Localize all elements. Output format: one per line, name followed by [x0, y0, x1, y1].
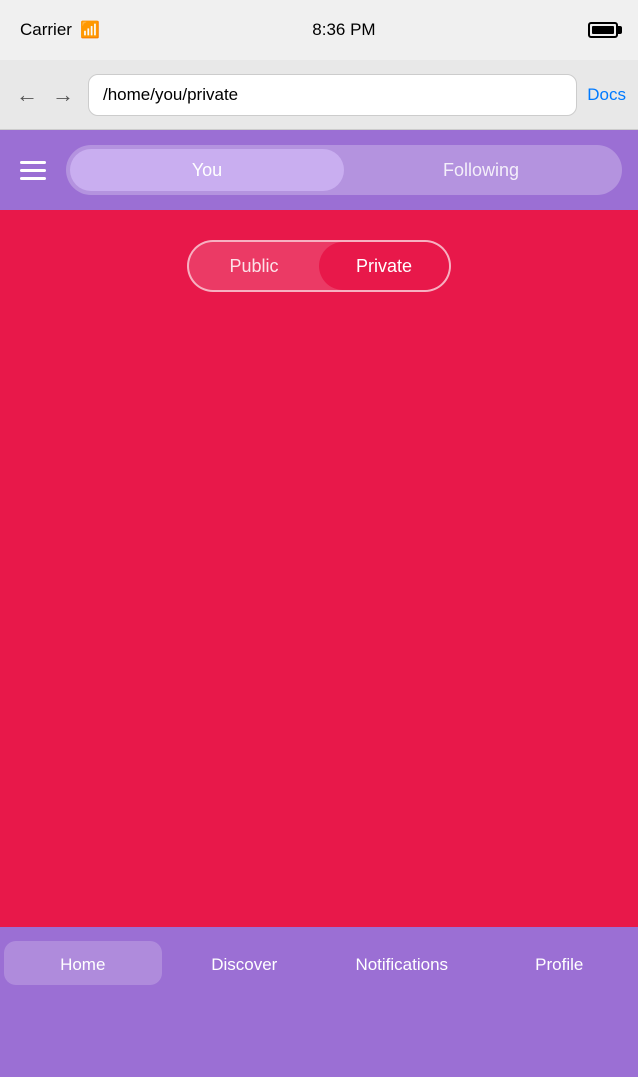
browser-bar: ← → /home/you/private Docs	[0, 60, 638, 130]
nav-item-discover[interactable]: Discover	[166, 941, 324, 985]
app-header: You Following	[0, 130, 638, 210]
battery-indicator	[588, 22, 618, 38]
hamburger-line-3	[20, 177, 46, 180]
battery-fill	[592, 26, 614, 34]
nav-label-profile: Profile	[535, 955, 583, 975]
subtab-private[interactable]: Private	[319, 242, 449, 290]
main-content: Public Private	[0, 210, 638, 927]
nav-buttons: ← →	[12, 78, 78, 112]
nav-item-home[interactable]: Home	[4, 941, 162, 985]
bottom-nav: Home Discover Notifications Profile	[0, 927, 638, 1077]
carrier-info: Carrier 📶	[20, 20, 100, 40]
subtab-public[interactable]: Public	[189, 242, 319, 290]
tab-you[interactable]: You	[70, 149, 344, 191]
hamburger-line-2	[20, 169, 46, 172]
nav-item-notifications[interactable]: Notifications	[323, 941, 481, 985]
nav-label-notifications: Notifications	[355, 955, 448, 975]
main-tab-switcher: You Following	[66, 145, 622, 195]
time-display: 8:36 PM	[312, 20, 375, 40]
url-text: /home/you/private	[103, 85, 238, 105]
hamburger-line-1	[20, 161, 46, 164]
subtab-switcher: Public Private	[187, 240, 451, 292]
hamburger-button[interactable]	[16, 157, 50, 184]
wifi-icon: 📶	[80, 20, 100, 40]
address-bar[interactable]: /home/you/private	[88, 74, 577, 116]
carrier-label: Carrier	[20, 20, 72, 40]
nav-label-home: Home	[60, 955, 105, 975]
back-button[interactable]: ←	[12, 78, 42, 112]
status-bar: Carrier 📶 8:36 PM	[0, 0, 638, 60]
docs-link[interactable]: Docs	[587, 85, 626, 105]
nav-item-profile[interactable]: Profile	[481, 941, 638, 985]
tab-following[interactable]: Following	[344, 149, 618, 191]
battery-icon	[588, 22, 618, 38]
forward-button[interactable]: →	[48, 78, 78, 112]
nav-label-discover: Discover	[211, 955, 277, 975]
